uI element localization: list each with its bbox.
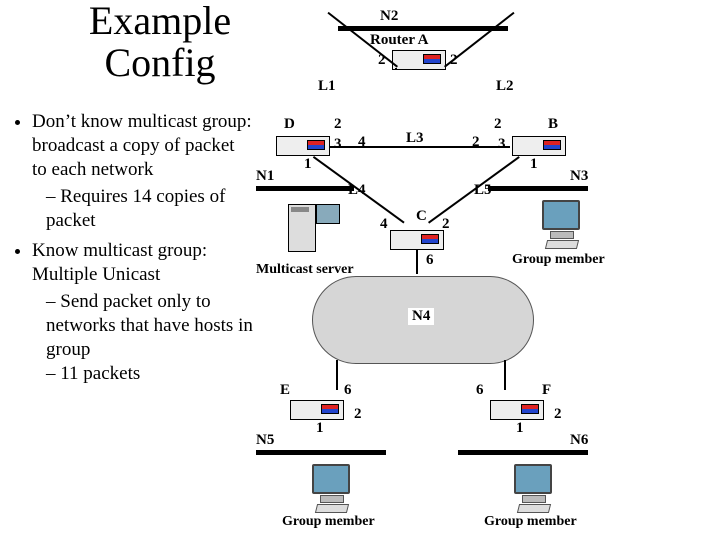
bus-n3 xyxy=(488,186,588,191)
label-group-member-n6: Group member xyxy=(484,514,577,530)
label-l5: L5 xyxy=(474,182,492,199)
bus-n2 xyxy=(338,26,508,31)
bullet-text: Don’t know multicast group: broadcast a … xyxy=(14,110,254,391)
multicast-server-icon xyxy=(288,204,316,252)
port-b-bot: 1 xyxy=(530,156,538,173)
pc-n3-icon xyxy=(542,200,582,242)
bus-n1 xyxy=(256,186,354,191)
label-n5: N5 xyxy=(256,432,274,449)
label-e: E xyxy=(280,382,290,399)
pc-n6-icon xyxy=(514,464,554,506)
label-l4: L4 xyxy=(348,182,366,199)
port-l3-right: 2 xyxy=(472,134,480,151)
router-d-icon xyxy=(276,136,330,156)
bullet-2a: Send packet only to networks that have h… xyxy=(46,290,254,361)
port-e-far: 2 xyxy=(354,406,362,423)
router-f-icon xyxy=(490,400,544,420)
label-n4: N4 xyxy=(408,308,434,325)
label-b: B xyxy=(548,116,558,133)
router-a-icon xyxy=(392,50,446,70)
label-n2: N2 xyxy=(380,8,398,25)
bus-n5 xyxy=(256,450,386,455)
label-group-member-n3: Group member xyxy=(512,252,605,268)
port-b-top: 2 xyxy=(494,116,502,133)
label-n3: N3 xyxy=(570,168,588,185)
bus-n6 xyxy=(458,450,588,455)
port-c-bot: 6 xyxy=(426,252,434,269)
label-multicast-server: Multicast server xyxy=(256,262,354,278)
router-c-icon xyxy=(390,230,444,250)
page-title: Example Config xyxy=(60,0,260,84)
port-c-left: 4 xyxy=(380,216,388,233)
port-d-top: 2 xyxy=(334,116,342,133)
port-f-far: 2 xyxy=(554,406,562,423)
bullet-1a: Requires 14 copies of packet xyxy=(46,185,254,233)
bullet-1: Don’t know multicast group: broadcast a … xyxy=(32,110,254,233)
label-n1: N1 xyxy=(256,168,274,185)
port-d-bot: 1 xyxy=(304,156,312,173)
network-diagram: N2 Router A 2 2 L1 L2 D 2 3 1 N1 2 B 3 1… xyxy=(258,8,720,538)
label-l3: L3 xyxy=(406,130,424,147)
pc-n5-icon xyxy=(312,464,352,506)
port-f-left: 6 xyxy=(476,382,484,399)
label-c: C xyxy=(416,208,427,225)
port-l3-left: 4 xyxy=(358,134,366,151)
router-b-icon xyxy=(512,136,566,156)
label-l1: L1 xyxy=(318,78,336,95)
port-e-right: 6 xyxy=(344,382,352,399)
router-e-icon xyxy=(290,400,344,420)
label-f: F xyxy=(542,382,551,399)
bullet-2: Know multicast group: Multiple Unicast S… xyxy=(32,239,254,386)
label-d: D xyxy=(284,116,295,133)
bullet-2b: 11 packets xyxy=(46,362,254,386)
label-n6: N6 xyxy=(570,432,588,449)
port-e-bot: 1 xyxy=(316,420,324,437)
label-l2: L2 xyxy=(496,78,514,95)
port-b-left: 3 xyxy=(498,136,506,153)
label-router-a: Router A xyxy=(370,32,428,49)
label-group-member-n5: Group member xyxy=(282,514,375,530)
port-f-bot: 1 xyxy=(516,420,524,437)
port-d-right: 3 xyxy=(334,136,342,153)
